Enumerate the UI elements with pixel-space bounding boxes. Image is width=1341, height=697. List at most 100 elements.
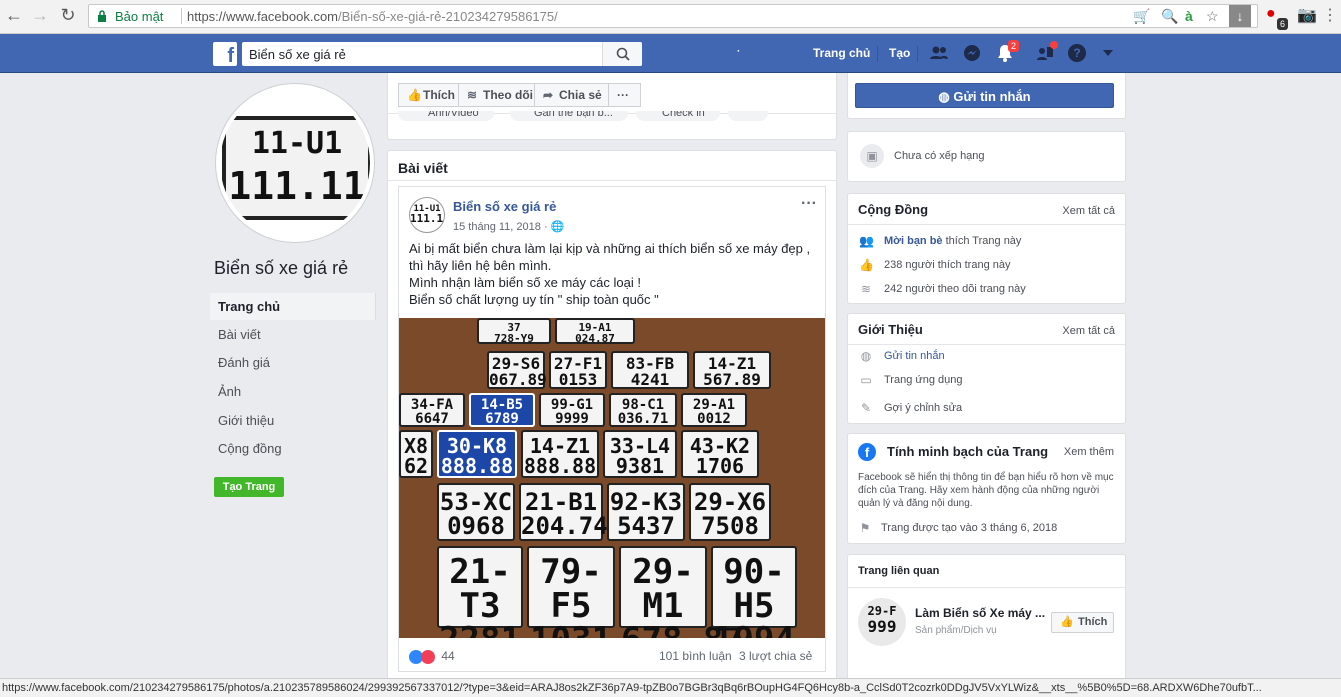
plate-top-text: 98-C1 — [621, 397, 665, 413]
photo-video-button[interactable]: Ảnh/Video — [398, 111, 494, 121]
license-plate: 98-C1 036.71 — [609, 393, 677, 427]
reload-icon[interactable]: ↻ — [57, 5, 79, 26]
divider — [877, 46, 878, 62]
post-line: thì hãy liên hệ bên mình. — [409, 258, 552, 273]
related-like-button[interactable]: 👍 Thích — [1051, 612, 1114, 633]
post-line: Ai bị mất biển chưa làm lại kịp và những… — [409, 241, 811, 256]
nav-home[interactable]: Trang chủ — [813, 46, 870, 60]
rating-card: ▣ Chưa có xếp hạng — [847, 131, 1126, 182]
address-bar[interactable]: Bảo mật https://www.facebook.com/Biển-số… — [88, 4, 1258, 28]
plate-top-text: 29-A1 — [692, 397, 736, 413]
post-author-avatar[interactable]: 11-U1 111.11 — [409, 197, 445, 233]
suggest-edit-link[interactable]: Gợi ý chỉnh sửa — [884, 402, 962, 414]
plate-top-text: 29-X6 — [693, 488, 767, 516]
search-button[interactable] — [602, 42, 642, 66]
license-plate: 33-L4 9381 — [603, 430, 677, 478]
related-page-avatar[interactable]: 29-F 999 — [858, 598, 906, 646]
help-icon[interactable]: ? — [1067, 43, 1087, 63]
plate-bottom-text: 728-Y9 — [494, 332, 534, 345]
see-more-link[interactable]: Xem thêm — [1064, 446, 1114, 458]
rss-icon: ≋ — [467, 88, 478, 102]
plate-bottom-text: 0012 — [697, 411, 731, 427]
left-nav-photos[interactable]: Ảnh — [210, 378, 376, 405]
left-nav-reviews[interactable]: Đánh giá — [210, 349, 376, 376]
cart-icon[interactable]: 🛒 — [1133, 8, 1150, 25]
friends-icon[interactable] — [929, 43, 949, 63]
plate-bottom-text: 5437 — [617, 512, 675, 540]
menu-icon[interactable]: ⋮ — [1322, 5, 1338, 25]
account-menu-icon[interactable] — [1103, 50, 1113, 56]
create-page-button[interactable]: Tạo Trang — [214, 477, 284, 497]
love-reaction-icon — [421, 649, 435, 664]
follow-button[interactable]: ≋ Theo dõi — [459, 83, 535, 107]
license-plate: 14-Z1 567.89 — [693, 351, 771, 389]
globe-icon: 🌐 — [550, 221, 565, 233]
url-text[interactable]: https://www.facebook.com/Biển-số-xe-giá-… — [187, 9, 558, 24]
left-nav-about[interactable]: Giới thiệu — [210, 407, 376, 434]
about-see-all-link[interactable]: Xem tất cả — [1062, 325, 1115, 337]
status-bar-url: https://www.facebook.com/210234279586175… — [0, 678, 1341, 697]
plate-bottom-text: 1706 — [695, 454, 745, 478]
app-page-text[interactable]: Trang ứng dụng — [884, 374, 963, 386]
invite-friends-row[interactable]: Mời bạn bè thích Trang này — [884, 235, 1021, 247]
left-nav-home[interactable]: Trang chủ — [210, 293, 376, 320]
license-plate: X8 62 — [399, 430, 433, 478]
messenger-icon[interactable] — [962, 43, 982, 63]
post-text: Ai bị mất biển chưa làm lại kịp và những… — [409, 240, 819, 308]
share-button[interactable]: ➦ Chia sẻ — [535, 83, 609, 107]
post-item: 11-U1 111.11 Biển số xe giá rẻ 15 tháng … — [398, 186, 826, 672]
forward-arrow-icon[interactable]: → — [29, 5, 51, 26]
plate-text-bottom: 111.11 — [228, 164, 366, 208]
tag-friends-button[interactable]: Gắn thẻ bạn b... — [510, 111, 628, 121]
left-nav-community[interactable]: Cộng đồng — [210, 435, 376, 462]
plate-top-text: 90-H5 — [723, 552, 785, 626]
extension-icon[interactable]: ● — [1266, 5, 1276, 23]
invite-friends-link[interactable]: Mời bạn bè — [884, 235, 943, 247]
left-nav-posts[interactable]: Bài viết — [210, 321, 376, 348]
license-plate: 30-K8 888.88 — [437, 430, 517, 478]
zoom-icon[interactable]: 🔍 — [1161, 8, 1178, 25]
star-icon[interactable]: ☆ — [1206, 8, 1219, 25]
license-plate: 99-G1 9999 — [539, 393, 605, 427]
checkin-button[interactable]: Check in — [636, 111, 720, 121]
pencil-icon: ✎ — [860, 401, 872, 415]
plate-top-text: 30-K8 — [446, 434, 508, 458]
plate-top-text: 29-M1 — [632, 552, 694, 626]
license-plate: 43-K2 1706 — [681, 430, 759, 478]
back-arrow-icon[interactable]: ← — [3, 5, 25, 26]
rating-icon: ▣ — [860, 144, 884, 168]
reaction-count[interactable]: 44 — [441, 649, 454, 663]
about-title: Giới Thiệu — [858, 322, 923, 337]
license-plate: 27-F1 0153 — [549, 351, 607, 389]
post-author[interactable]: Biển số xe giá rẻ — [453, 199, 556, 214]
facebook-logo-icon[interactable]: f — [213, 42, 237, 67]
translate-icon[interactable]: à — [1185, 8, 1193, 24]
download-icon[interactable]: ↓ — [1229, 5, 1251, 27]
send-message-button[interactable]: ◍ Gửi tin nhắn — [855, 83, 1114, 108]
plate-top-text: 14-Z1 — [529, 434, 591, 458]
profile-avatar[interactable]: · — [737, 46, 740, 57]
share-count[interactable]: 3 lượt chia sẻ — [739, 649, 812, 663]
plate-top-text: 21-T3 — [449, 552, 511, 626]
nav-create[interactable]: Tạo — [889, 46, 910, 60]
plate-bottom-text: 036.71 — [617, 411, 669, 427]
like-page-button[interactable]: 👍 Thích — [398, 83, 459, 107]
comment-count[interactable]: 101 bình luận — [659, 649, 732, 663]
post-options-icon[interactable]: ··· — [801, 195, 817, 213]
secure-label: Bảo mật — [115, 9, 164, 24]
plate-bottom-text: 62 — [403, 454, 429, 478]
related-page-name[interactable]: Làm Biển số Xe máy ... — [915, 606, 1045, 620]
invite-friends-icon: 👥 — [859, 234, 874, 248]
search-input[interactable]: Biển số xe giá rẻ — [242, 42, 642, 66]
page-title[interactable]: Biển số xe giá rẻ — [214, 258, 348, 279]
community-see-all-link[interactable]: Xem tất cả — [1062, 205, 1115, 217]
more-options-button[interactable]: ··· — [609, 83, 641, 107]
about-send-message-link[interactable]: Gửi tin nhắn — [884, 350, 945, 362]
transparency-card: f Tính minh bạch của Trang Xem thêm Face… — [847, 433, 1126, 544]
post-date[interactable]: 15 tháng 11, 2018 · 🌐 — [453, 220, 564, 233]
camera-icon[interactable]: 📷 — [1297, 5, 1317, 25]
page-profile-picture[interactable]: 11-U1 111.11 — [216, 84, 374, 242]
more-composer-button[interactable] — [728, 111, 768, 121]
related-page-category: Sản phẩm/Dịch vụ — [915, 625, 997, 636]
post-photo[interactable]: 37 728-Y9 19-A1 024.87 29-S6 067.89 27-F1 0153 8… — [399, 318, 825, 638]
